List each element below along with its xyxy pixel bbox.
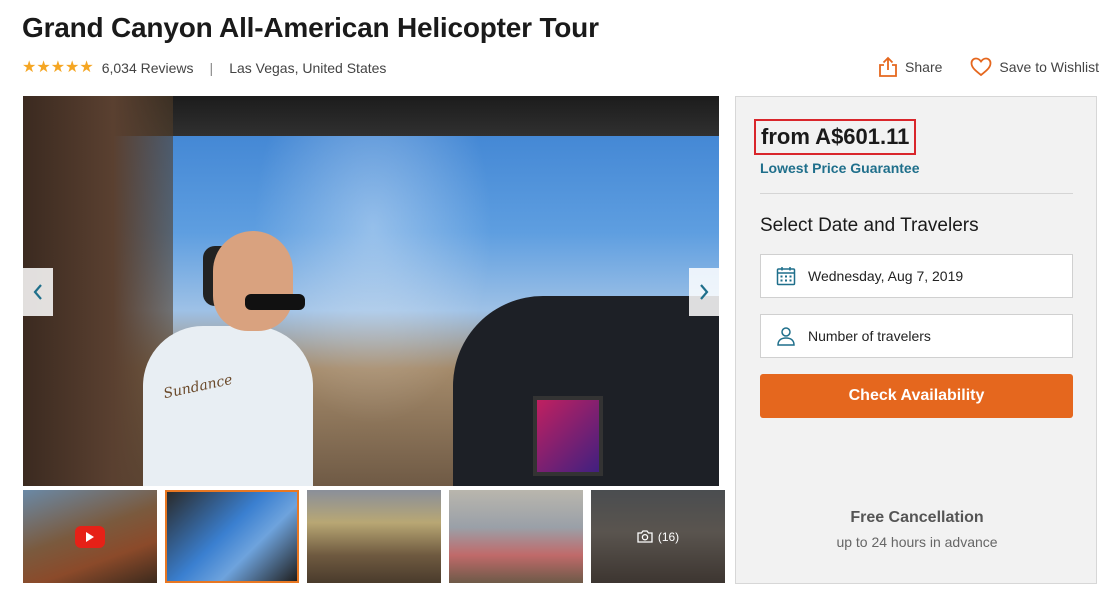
person-icon xyxy=(777,327,795,346)
photo-count: (16) xyxy=(657,529,680,544)
heart-icon xyxy=(971,57,992,77)
share-button[interactable]: Share xyxy=(878,56,942,78)
divider xyxy=(760,193,1073,194)
star-icon: ★ xyxy=(22,59,37,76)
page-title: Grand Canyon All-American Helicopter Tou… xyxy=(22,12,599,43)
photo-pilot-shirt xyxy=(143,326,313,486)
save-to-wishlist-button[interactable]: Save to Wishlist xyxy=(970,57,1099,77)
booking-panel: from A$601.11 Lowest Price Guarantee Sel… xyxy=(735,96,1097,584)
play-icon xyxy=(75,526,105,548)
reviews-link[interactable]: 6,034 Reviews xyxy=(102,60,194,76)
date-picker-field[interactable]: Wednesday, Aug 7, 2019 xyxy=(760,254,1073,298)
date-value: Wednesday, Aug 7, 2019 xyxy=(808,268,964,284)
thumbnail-more-photos[interactable]: (16) xyxy=(591,490,725,583)
main-photo[interactable]: Sundance xyxy=(23,96,719,486)
thumbnail-photo[interactable] xyxy=(449,490,583,583)
tour-meta: ★ ★ ★ ★ ★ 6,034 Reviews | Las Vegas, Uni… xyxy=(22,58,386,78)
location: Las Vegas, United States xyxy=(229,60,387,76)
star-icon: ★ xyxy=(79,59,94,76)
page-actions: Share Save to Wishlist xyxy=(850,56,1099,78)
share-label: Share xyxy=(905,59,943,75)
free-cancellation-title: Free Cancellation xyxy=(850,509,984,526)
wishlist-label: Save to Wishlist xyxy=(999,59,1099,75)
chevron-right-icon xyxy=(700,284,709,300)
photo-instrument-screen xyxy=(533,396,603,476)
camera-icon xyxy=(637,530,653,543)
travelers-field[interactable]: Number of travelers xyxy=(760,314,1073,358)
star-icon: ★ xyxy=(65,59,80,76)
share-icon xyxy=(879,56,897,77)
select-date-travelers-heading: Select Date and Travelers xyxy=(760,215,979,236)
thumbnail-photo-active[interactable] xyxy=(165,490,299,583)
travelers-placeholder: Number of travelers xyxy=(808,328,931,344)
check-availability-button[interactable]: Check Availability xyxy=(760,374,1073,418)
photo-sunglasses xyxy=(245,294,305,310)
photo-pilot-head xyxy=(213,231,293,331)
thumbnail-photo[interactable] xyxy=(307,490,441,583)
free-cancellation-subtitle: up to 24 hours in advance xyxy=(836,534,998,550)
gallery-prev-button[interactable] xyxy=(23,268,53,316)
chevron-left-icon xyxy=(33,284,42,300)
star-icon: ★ xyxy=(50,59,66,76)
star-icon: ★ xyxy=(36,59,51,76)
price: from A$601.11 xyxy=(754,119,917,155)
lowest-price-guarantee-link[interactable]: Lowest Price Guarantee xyxy=(760,160,920,176)
thumbnail-video[interactable] xyxy=(23,490,157,583)
meta-separator: | xyxy=(209,60,214,76)
rating-stars: ★ ★ ★ ★ ★ xyxy=(22,60,94,76)
thumbnail-strip: (16) xyxy=(23,490,725,583)
calendar-icon xyxy=(776,267,796,286)
gallery-next-button[interactable] xyxy=(689,268,719,316)
photo-count-overlay: (16) xyxy=(591,490,725,583)
